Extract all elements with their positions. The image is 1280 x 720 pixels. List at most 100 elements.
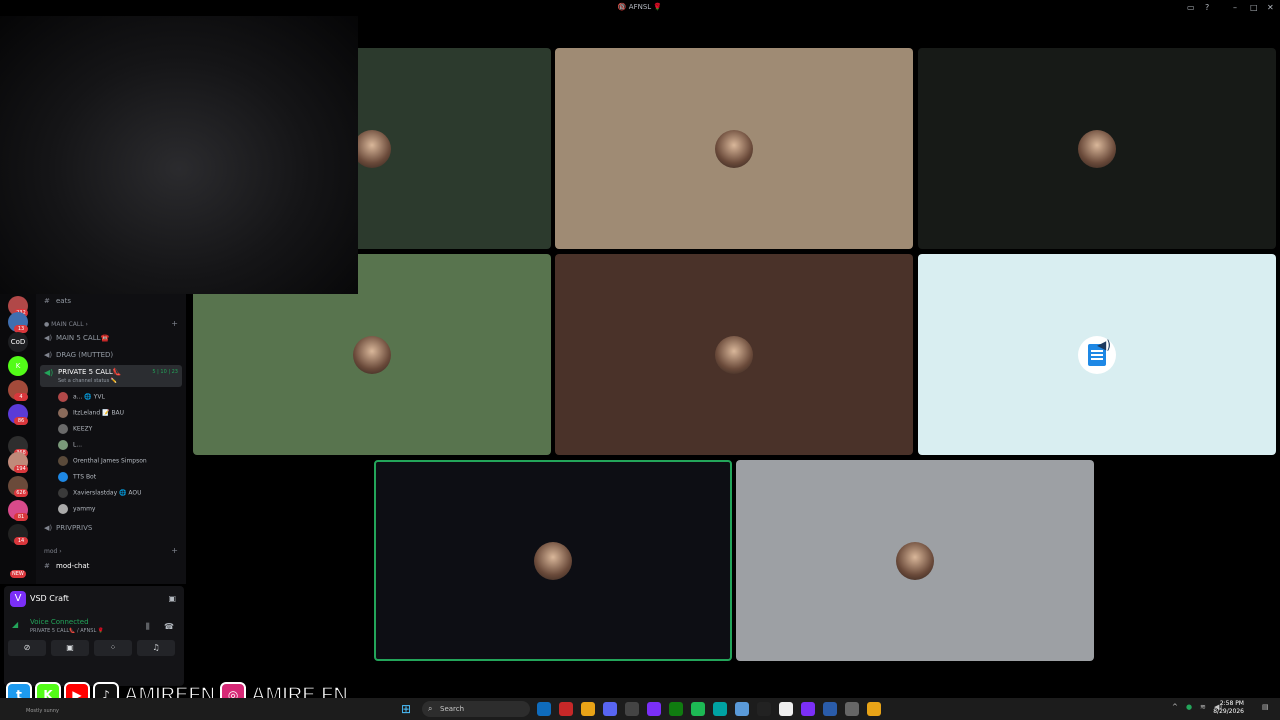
voice-panel: V VSD Craft ▣ ◢ Voice Connected PRIVATE …: [4, 586, 184, 686]
app-icon[interactable]: [735, 702, 749, 716]
xbox-icon[interactable]: [669, 702, 683, 716]
server-icon[interactable]: CoD: [8, 332, 28, 352]
taskbar-search[interactable]: ⌕ Search: [422, 701, 530, 717]
channel-mod-chat[interactable]: # mod-chat: [44, 562, 89, 570]
voice-member[interactable]: Orenthal James Simpson: [58, 456, 147, 466]
hash-icon: #: [44, 297, 50, 305]
voice-channel-main5[interactable]: ◀) MAIN 5 CALL☎️: [44, 334, 109, 342]
app-name: VSD Craft: [30, 594, 69, 603]
mention-badge: 4: [14, 393, 28, 401]
wifi-icon[interactable]: ≋: [1200, 703, 1206, 711]
avatar: [534, 541, 572, 580]
member-name: yammy: [73, 505, 96, 513]
weather-text: Mostly sunny: [26, 708, 59, 714]
disconnect-icon[interactable]: ☎: [164, 622, 174, 631]
taskbar: ⊞ ⌕ Search ^ ● ≋ ◀) 2:58 PM 8/29/2026 ▤: [0, 698, 1280, 720]
noise-suppression-icon[interactable]: ⫼: [146, 622, 150, 632]
discord-icon[interactable]: [603, 702, 617, 716]
video-tile[interactable]: ◀): [918, 254, 1276, 455]
app-icon[interactable]: [713, 702, 727, 716]
voice-member[interactable]: L...: [58, 440, 82, 450]
windows-start-icon[interactable]: ⊞: [401, 702, 415, 716]
soundboard-button[interactable]: ♫: [137, 640, 175, 656]
hash-icon: #: [44, 562, 50, 570]
screen-share-icon[interactable]: ▣: [168, 594, 176, 603]
chevron-up-icon[interactable]: ^: [1172, 703, 1178, 711]
avatar: [58, 408, 68, 418]
voice-member[interactable]: yammy: [58, 504, 95, 514]
maximize-button[interactable]: □: [1250, 3, 1258, 12]
title-bar: 🔞 AFNSL 🌹 ▭ ? – □ ✕: [0, 0, 1280, 16]
screen-share-button[interactable]: ▣: [51, 640, 89, 656]
window-title: 🔞 AFNSL 🌹: [617, 3, 663, 11]
app-icon[interactable]: [757, 702, 771, 716]
mention-badge: 86: [14, 417, 28, 425]
voice-channel-drag[interactable]: ◀) DRAG (MUTTED): [44, 351, 113, 359]
voice-member[interactable]: a... 🌐 YVL: [58, 392, 105, 402]
avatar: [58, 456, 68, 466]
voice-member[interactable]: KEEZY: [58, 424, 92, 434]
avatar: [58, 392, 68, 402]
video-tile[interactable]: [918, 48, 1276, 249]
app-icon[interactable]: [779, 702, 793, 716]
avatar: [715, 335, 753, 374]
voice-member[interactable]: TTS Bot: [58, 472, 96, 482]
mention-badge: 14: [14, 537, 28, 545]
calculator-icon[interactable]: [625, 702, 639, 716]
channel-eats[interactable]: # eats: [44, 297, 71, 305]
voice-member[interactable]: Xavierslastday 🌐 AOU: [58, 488, 142, 498]
camera-button[interactable]: ⊘: [8, 640, 46, 656]
speaker-icon: ◀): [1097, 337, 1111, 352]
avatar: [58, 424, 68, 434]
app-icon[interactable]: [647, 702, 661, 716]
new-badge: NEW: [10, 570, 26, 578]
spotify-icon[interactable]: [691, 702, 705, 716]
screen: 🔞 AFNSL 🌹 ▭ ? – □ ✕ 23213CoDK48636819462…: [0, 0, 1280, 720]
close-button[interactable]: ✕: [1267, 3, 1274, 12]
speaker-active-icon: ◀): [44, 368, 54, 377]
member-name: KEEZY: [73, 425, 93, 433]
channel-name: PRIVATE 5 CALL👠: [58, 368, 122, 376]
vsd-icon[interactable]: [801, 702, 815, 716]
member-name: ItzLeland 📝 BAU: [73, 409, 125, 417]
channel-status[interactable]: Set a channel status ✏️: [58, 378, 117, 384]
chrome-icon[interactable]: [867, 702, 881, 716]
signal-icon: ◢: [12, 620, 19, 629]
member-name: Xavierslastday 🌐 AOU: [73, 489, 142, 497]
video-tile[interactable]: [374, 460, 732, 661]
channel-sidebar: # eats ● MAIN CALL › + ◀) MAIN 5 CALL☎️ ◀)…: [36, 294, 186, 584]
speaker-icon: ◀): [44, 334, 53, 342]
inbox-icon[interactable]: ▭: [1187, 3, 1195, 12]
add-channel-icon[interactable]: +: [171, 319, 178, 328]
avatar: [1078, 129, 1116, 168]
mic-icon[interactable]: ●: [1186, 703, 1192, 711]
category-mod[interactable]: mod ›: [44, 548, 62, 555]
edge-icon[interactable]: [537, 702, 551, 716]
avatar: [715, 129, 753, 168]
help-icon[interactable]: ?: [1205, 3, 1209, 12]
settings-icon[interactable]: [845, 702, 859, 716]
activities-button[interactable]: ⁘: [94, 640, 132, 656]
voice-connected-label[interactable]: Voice Connected: [30, 618, 89, 626]
speaker-icon: ◀): [44, 524, 53, 532]
chrome-icon[interactable]: [581, 702, 595, 716]
server-icon[interactable]: K: [8, 356, 28, 376]
member-name: a... 🌐 YVL: [73, 393, 105, 401]
photos-icon[interactable]: [823, 702, 837, 716]
tts-bot-avatar: ◀): [1078, 335, 1116, 374]
app-icon[interactable]: [559, 702, 573, 716]
mention-badge: 81: [14, 513, 28, 521]
minimize-button[interactable]: –: [1233, 3, 1237, 12]
add-channel-icon[interactable]: +: [171, 546, 178, 555]
category-main-call[interactable]: ● MAIN CALL ›: [44, 321, 88, 328]
voice-member[interactable]: ItzLeland 📝 BAU: [58, 408, 124, 418]
notification-icon[interactable]: ▤: [1262, 703, 1269, 711]
video-tile[interactable]: [736, 460, 1094, 661]
voice-channel-privprivs[interactable]: ◀) PRIVPRIVS: [44, 524, 92, 532]
voice-channel-path[interactable]: PRIVATE 5 CALL👠 / AFNSL 🌹: [30, 628, 104, 634]
clock[interactable]: 2:58 PM 8/29/2026: [1213, 700, 1244, 716]
voice-channel-private5[interactable]: ◀) PRIVATE 5 CALL👠 Set a channel status …: [40, 365, 182, 387]
video-tile[interactable]: [555, 254, 913, 455]
avatar: [896, 541, 934, 580]
video-tile[interactable]: [555, 48, 913, 249]
